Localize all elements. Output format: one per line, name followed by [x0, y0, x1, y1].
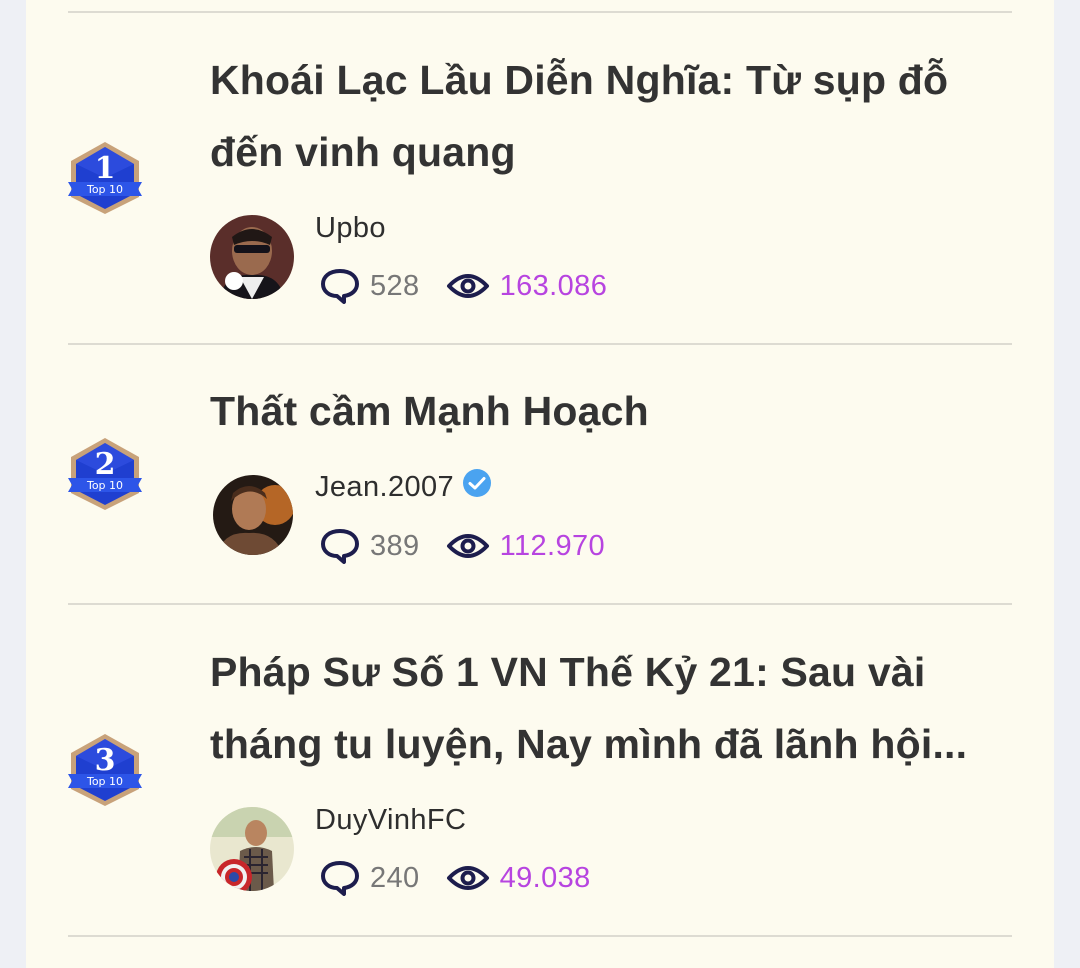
- post-title-line: Khoái Lạc Lầu Diễn Nghĩa: Từ sụp đỗ: [210, 57, 949, 103]
- post-title-line: đến vinh quang: [210, 129, 516, 175]
- avatar[interactable]: [213, 475, 293, 555]
- author-name-text: Jean.2007: [315, 470, 455, 503]
- badge-label: Top 10: [86, 775, 123, 788]
- author-name[interactable]: Upbo: [315, 208, 386, 248]
- author-name[interactable]: Jean.2007: [315, 467, 492, 507]
- badge-label: Top 10: [86, 479, 123, 492]
- avatar[interactable]: [210, 807, 294, 891]
- post-title-link[interactable]: Pháp Sư Số 1 VN Thế Kỷ 21: Sau vài tháng…: [210, 636, 1010, 780]
- view-count: 112.970: [499, 529, 606, 562]
- divider: [68, 11, 1012, 13]
- author-name[interactable]: DuyVinhFC: [315, 800, 466, 840]
- post-stats: 528 163.086: [320, 266, 607, 306]
- view-count: 163.086: [499, 269, 608, 302]
- badge-label: Top 10: [86, 183, 123, 196]
- comment-count: 389: [370, 529, 420, 562]
- post-title-link[interactable]: Thất cầm Mạnh Hoạch: [210, 375, 1010, 447]
- badge-rank-number: 3: [95, 743, 116, 778]
- post-title-line: tháng tu luyện, Nay mình đã lãnh hội...: [210, 721, 968, 767]
- eye-icon: [446, 534, 489, 558]
- avatar[interactable]: [210, 215, 294, 299]
- badge-rank-number: 2: [95, 447, 116, 482]
- top10-rank-badge: 3 Top 10: [68, 734, 142, 806]
- divider: [68, 603, 1012, 605]
- badge-rank-number: 1: [95, 151, 116, 186]
- comment-count: 528: [370, 269, 420, 302]
- divider: [68, 343, 1012, 345]
- view-count: 49.038: [499, 861, 591, 894]
- post-title-line: Thất cầm Mạnh Hoạch: [210, 388, 649, 434]
- verified-check-icon: [463, 469, 492, 497]
- divider: [68, 935, 1012, 937]
- speech-bubble-icon: [321, 861, 359, 896]
- post-stats: 240 49.038: [320, 858, 591, 898]
- post-stats: 389 112.970: [320, 526, 605, 566]
- post-title-link[interactable]: Khoái Lạc Lầu Diễn Nghĩa: Từ sụp đỗ đến …: [210, 44, 1010, 188]
- speech-bubble-icon: [321, 269, 359, 304]
- author-name-text: Upbo: [315, 211, 386, 244]
- author-name-text: DuyVinhFC: [315, 803, 467, 836]
- post-title-line: Pháp Sư Số 1 VN Thế Kỷ 21: Sau vài: [210, 649, 926, 695]
- comment-count: 240: [370, 861, 420, 894]
- top10-rank-badge: 2 Top 10: [68, 438, 142, 510]
- top10-rank-badge: 1 Top 10: [68, 142, 142, 214]
- speech-bubble-icon: [321, 529, 359, 564]
- eye-icon: [446, 866, 489, 890]
- eye-icon: [446, 274, 489, 298]
